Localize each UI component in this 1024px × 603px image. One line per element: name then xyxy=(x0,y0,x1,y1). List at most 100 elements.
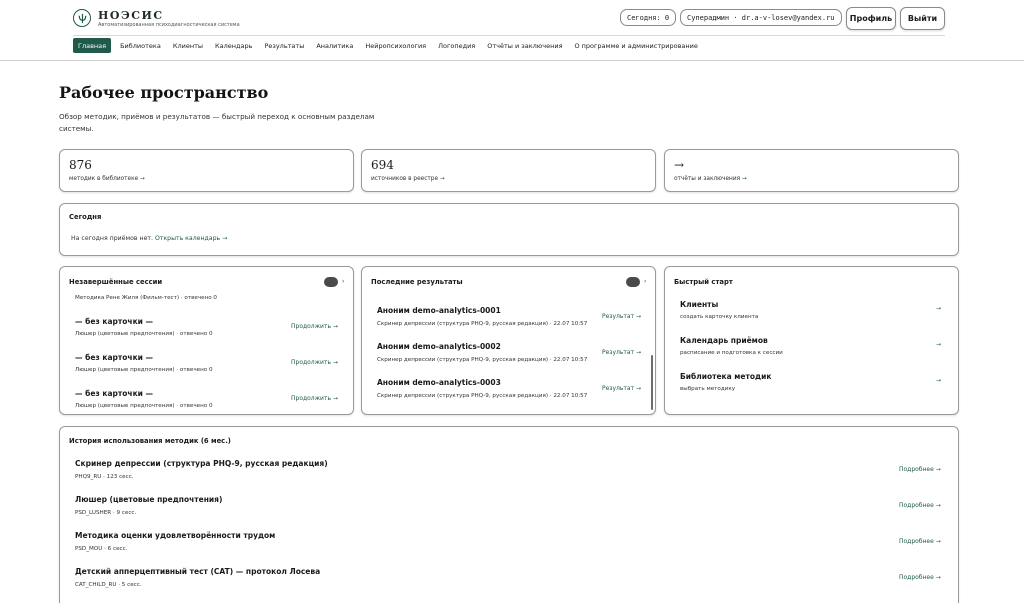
stat-value: 876 xyxy=(69,158,92,172)
result-row[interactable]: Аноним demo-analytics-0002 Скринер депре… xyxy=(362,342,655,368)
brand-name[interactable]: НОЭСИС xyxy=(98,9,164,22)
methods-history-card: История использования методик (6 мес.) С… xyxy=(59,426,959,603)
method-name: Люшер (цветовые предпочтения) xyxy=(75,495,223,504)
nav-clients[interactable]: Клиенты xyxy=(173,38,203,53)
quick-link-title: Клиенты xyxy=(680,300,719,309)
stat-card-methods[interactable]: 876 методик в библиотеке → xyxy=(59,149,354,192)
quick-link-calendar[interactable]: Календарь приёмов расписание и подготовк… xyxy=(665,336,958,362)
page-title: Рабочее пространство xyxy=(59,83,269,102)
result-detail: Скринер депрессии (структура PHQ-9, русс… xyxy=(377,321,588,327)
session-client: — без карточки — xyxy=(75,353,154,362)
details-link[interactable]: Подробнее → xyxy=(899,574,941,581)
count-badge xyxy=(626,277,640,287)
nav-speech-therapy[interactable]: Логопедия xyxy=(438,38,475,53)
details-link[interactable]: Подробнее → xyxy=(899,502,941,509)
result-link[interactable]: Результат → xyxy=(602,313,641,320)
arrow-right-icon[interactable]: → xyxy=(936,305,941,312)
nav-home[interactable]: Главная xyxy=(73,38,112,53)
recent-results-card: Последние результаты › Аноним demo-analy… xyxy=(361,266,656,415)
quick-link-clients[interactable]: Клиенты создать карточку клиента → xyxy=(665,300,958,326)
session-row: — без карточки — Люшер (цветовые предпоч… xyxy=(60,317,353,343)
count-badge xyxy=(324,277,338,287)
nav-about-admin[interactable]: О программе и администрирование xyxy=(574,38,697,53)
arrow-right-icon: → xyxy=(439,176,445,182)
card-title: Незавершённые сессии xyxy=(69,278,163,286)
today-card: Сегодня На сегодня приёмов нет. Открыть … xyxy=(59,203,959,256)
list-item-partial: Методика Рене Жиля (Фильм-тест) · отвече… xyxy=(75,295,217,301)
details-link[interactable]: Подробнее → xyxy=(899,538,941,545)
arrow-right-icon: → xyxy=(140,176,145,182)
stat-label: источников в реестре → xyxy=(371,176,445,182)
logo-icon[interactable] xyxy=(73,9,91,27)
logout-button[interactable]: Выйти xyxy=(900,7,945,30)
nav-library[interactable]: Библиотека xyxy=(120,38,161,53)
method-code: CAT_CHILD_RU · 5 сесс. xyxy=(75,582,142,588)
result-detail: Скринер депрессии (структура PHQ-9, русс… xyxy=(377,357,588,363)
nav-analytics[interactable]: Аналитика xyxy=(316,38,353,53)
result-row[interactable]: Аноним demo-analytics-0003 Скринер депре… xyxy=(362,378,655,404)
result-client: Аноним demo-analytics-0003 xyxy=(377,378,501,387)
nav-neuropsychology[interactable]: Нейропсихология xyxy=(365,38,426,53)
quick-link-library[interactable]: Библиотека методик выбрать методику → xyxy=(665,372,958,398)
arrow-right-icon: → xyxy=(741,176,747,182)
session-client: — без карточки — xyxy=(75,389,154,398)
session-row: — без карточки — Люшер (цветовые предпоч… xyxy=(60,389,353,414)
history-row[interactable]: Люшер (цветовые предпочтения) PSD_LUSHER… xyxy=(60,495,958,521)
arrow-right-icon[interactable]: → xyxy=(936,341,941,348)
open-calendar-link[interactable]: Открыть календарь → xyxy=(155,235,227,242)
card-title: Быстрый старт xyxy=(674,278,733,286)
chevron-right-icon[interactable]: › xyxy=(342,278,344,285)
result-client: Аноним demo-analytics-0001 xyxy=(377,306,501,315)
result-link[interactable]: Результат → xyxy=(602,349,641,356)
unfinished-sessions-card: Незавершённые сессии › Методика Рене Жил… xyxy=(59,266,354,415)
today-message: На сегодня приёмов нет. Открыть календар… xyxy=(71,235,228,242)
session-detail: Люшер (цветовые предпочтения) · отвечено… xyxy=(75,331,213,337)
result-detail: Скринер депрессии (структура PHQ-9, русс… xyxy=(377,393,588,399)
quick-start-card: Быстрый старт Клиенты создать карточку к… xyxy=(664,266,959,415)
continue-link[interactable]: Продолжить → xyxy=(291,359,338,366)
method-code: PSD_MOU · 6 сесс. xyxy=(75,546,128,552)
main-nav: Главная Библиотека Клиенты Календарь Рез… xyxy=(73,38,710,53)
header-divider xyxy=(73,35,945,36)
session-row: — без карточки — Люшер (цветовые предпоч… xyxy=(60,353,353,379)
page-description: Обзор методик, приёмов и результатов — б… xyxy=(59,112,375,133)
card-title: История использования методик (6 мес.) xyxy=(69,437,231,445)
quick-link-title: Календарь приёмов xyxy=(680,336,768,345)
stat-card-reports[interactable]: → отчёты и заключения → xyxy=(664,149,959,192)
user-account[interactable]: Суперадмин · dr.a-v-losev@yandex.ru xyxy=(680,9,842,26)
method-name: Методика оценки удовлетворённости трудом xyxy=(75,531,276,540)
arrow-right-icon[interactable]: → xyxy=(936,377,941,384)
history-row[interactable]: Методика оценки удовлетворённости трудом… xyxy=(60,531,958,557)
psi-icon xyxy=(78,13,86,23)
nav-reports[interactable]: Отчёты и заключения xyxy=(487,38,562,53)
scrollbar[interactable] xyxy=(651,355,653,410)
session-detail: Люшер (цветовые предпочтения) · отвечено… xyxy=(75,367,213,373)
stat-label: методик в библиотеке → xyxy=(69,176,145,182)
history-row[interactable]: Детский апперцептивный тест (CAT) — прот… xyxy=(60,567,958,593)
chevron-right-icon[interactable]: › xyxy=(644,278,646,285)
quick-link-sub: расписание и подготовка к сессии xyxy=(680,350,783,356)
nav-calendar[interactable]: Календарь xyxy=(215,38,252,53)
quick-link-sub: создать карточку клиента xyxy=(680,314,759,320)
session-detail: Люшер (цветовые предпочтения) · отвечено… xyxy=(75,403,213,409)
details-link[interactable]: Подробнее → xyxy=(899,466,941,473)
result-row[interactable]: Аноним demo-analytics-0001 Скринер депре… xyxy=(362,306,655,332)
method-name: Детский апперцептивный тест (CAT) — прот… xyxy=(75,567,321,576)
session-client: — без карточки — xyxy=(75,317,154,326)
brand-subtitle: Автоматизированная психодиагностическая … xyxy=(98,22,240,28)
card-title: Последние результаты xyxy=(371,278,463,286)
stat-label: отчёты и заключения → xyxy=(674,176,747,182)
result-link[interactable]: Результат → xyxy=(602,385,641,392)
history-row[interactable]: Скринер депрессии (структура PHQ-9, русс… xyxy=(60,459,958,485)
continue-link[interactable]: Продолжить → xyxy=(291,323,338,330)
stat-card-sources[interactable]: 694 источников в реестре → xyxy=(361,149,656,192)
card-title: Сегодня xyxy=(69,213,102,221)
stat-value: 694 xyxy=(371,158,394,172)
arrow-right-icon: → xyxy=(674,158,685,172)
result-client: Аноним demo-analytics-0002 xyxy=(377,342,501,351)
today-counter[interactable]: Сегодня: 0 xyxy=(620,9,676,26)
method-name: Скринер депрессии (структура PHQ-9, русс… xyxy=(75,459,328,468)
continue-link[interactable]: Продолжить → xyxy=(291,395,338,402)
profile-button[interactable]: Профиль xyxy=(846,7,896,30)
nav-results[interactable]: Результаты xyxy=(264,38,304,53)
